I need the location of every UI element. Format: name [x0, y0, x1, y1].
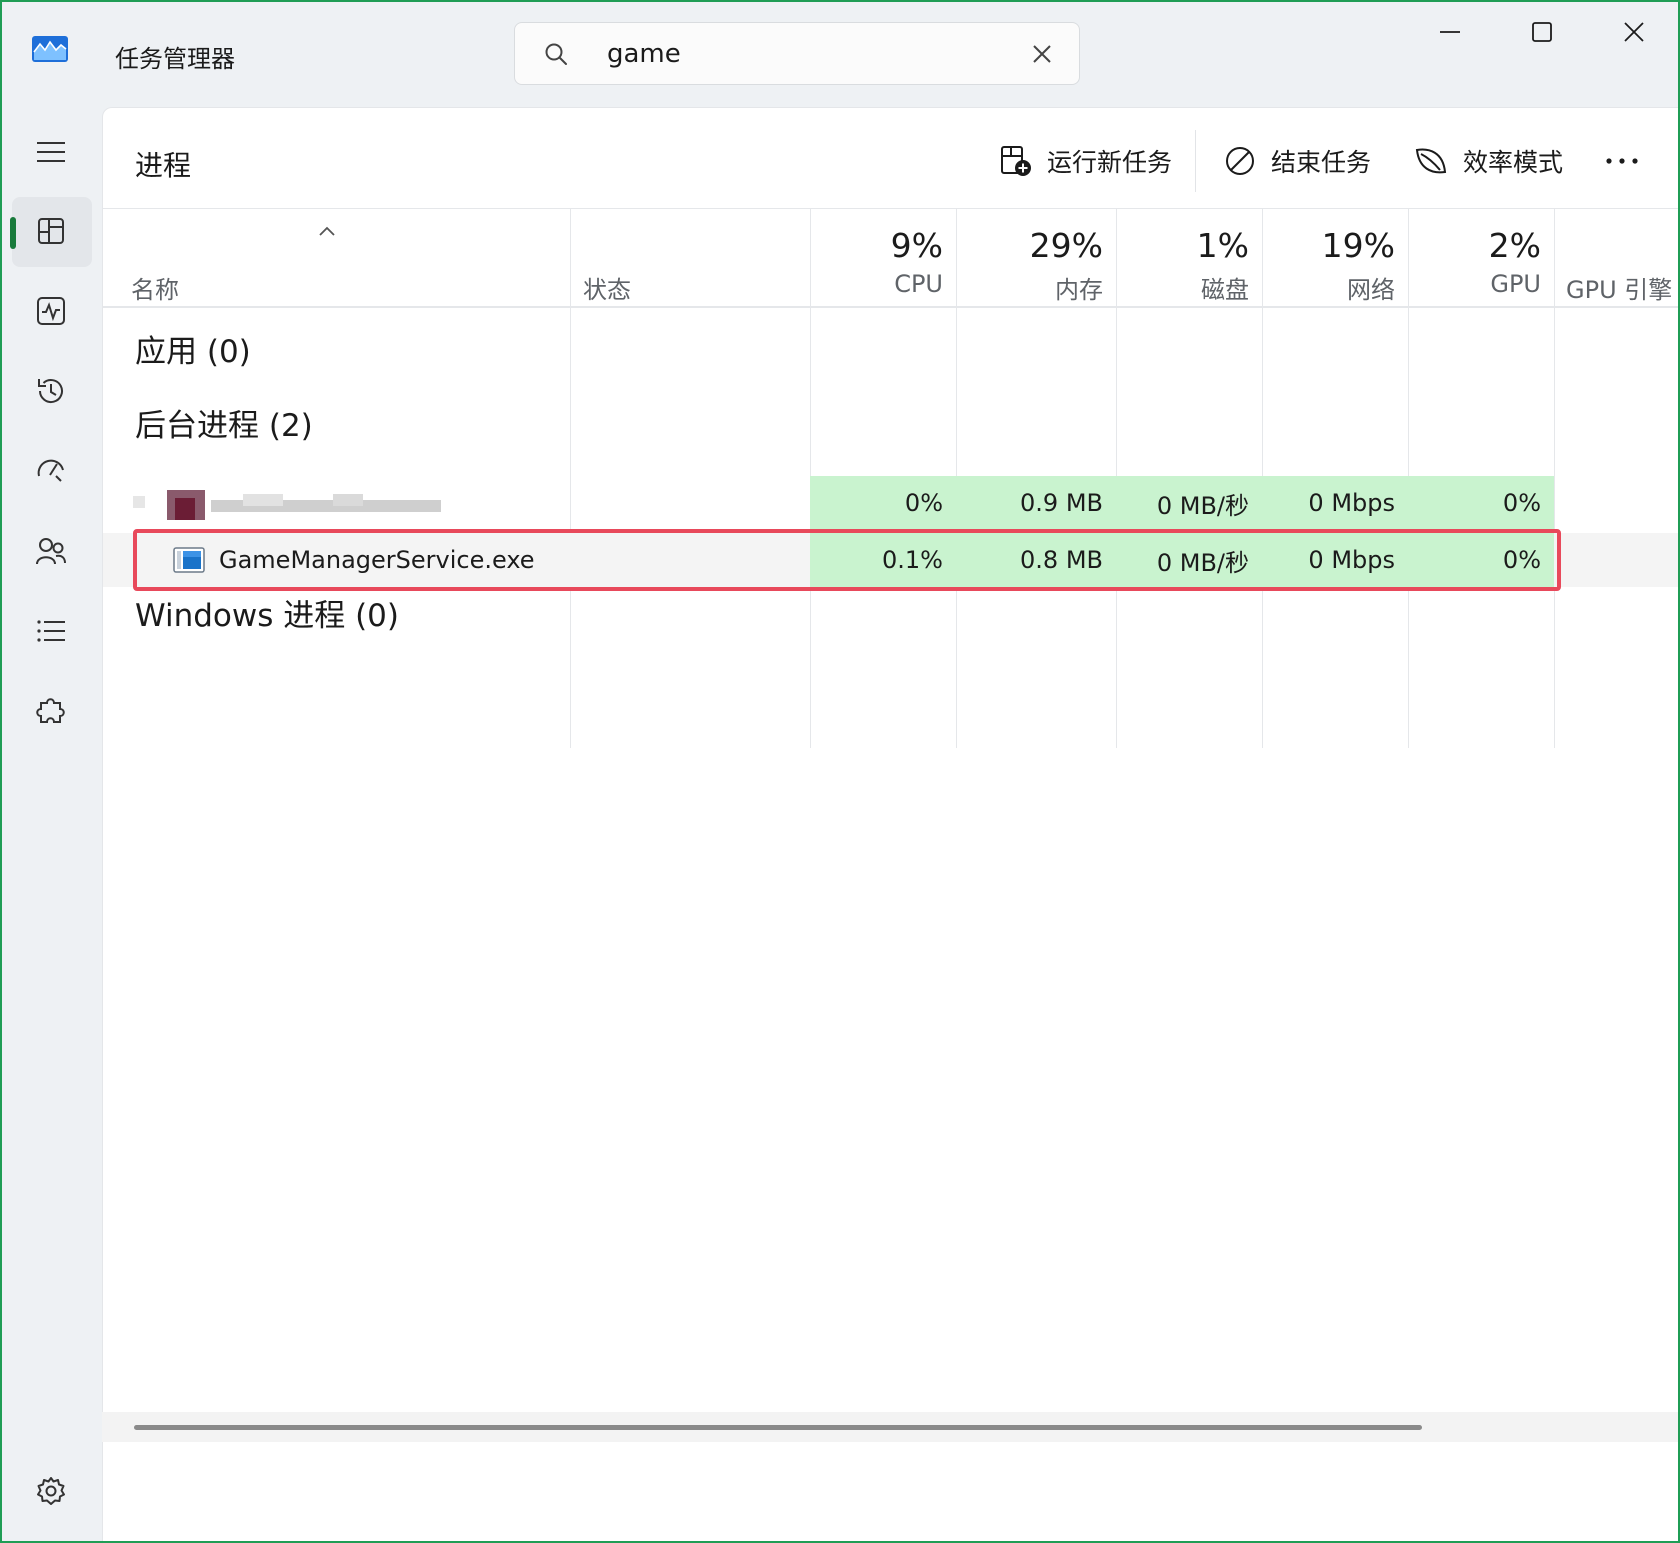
- row-memory: 0.9 MB: [956, 476, 1116, 530]
- hamburger-icon: [37, 142, 65, 162]
- column-header-status[interactable]: 状态: [583, 270, 631, 305]
- toolbar-divider: [1195, 130, 1196, 192]
- column-header-memory[interactable]: 内存: [956, 270, 1103, 305]
- column-header-gpu-engine[interactable]: GPU 引擎: [1566, 270, 1672, 305]
- row-gpu: 0%: [1408, 476, 1554, 530]
- row-memory: 0.8 MB: [956, 533, 1116, 587]
- row-network: 0 Mbps: [1262, 476, 1408, 530]
- puzzle-icon: [36, 698, 65, 723]
- toolbar-divider-line: [103, 208, 1678, 209]
- app-title: 任务管理器: [115, 45, 235, 73]
- search-box[interactable]: [514, 22, 1080, 85]
- more-options-icon: [1606, 158, 1638, 164]
- sidebar-item-processes[interactable]: [10, 197, 92, 267]
- group-apps[interactable]: 应用 (0): [135, 326, 251, 371]
- hamburger-menu-button[interactable]: [12, 118, 92, 188]
- process-name: GameManagerService.exe: [219, 546, 535, 574]
- more-options-button[interactable]: [1605, 136, 1653, 186]
- sort-ascending-icon: [317, 222, 337, 241]
- horizontal-scrollbar-thumb[interactable]: [134, 1425, 1422, 1430]
- clear-search-icon[interactable]: [1031, 43, 1053, 65]
- column-header-disk[interactable]: 磁盘: [1116, 270, 1249, 305]
- row-gpu: 0%: [1408, 533, 1554, 587]
- row-disk: 0 MB/秒: [1116, 476, 1262, 530]
- run-new-task-label: 运行新任务: [1047, 148, 1173, 177]
- table-header-divider: [103, 306, 1678, 308]
- row-cpu: 0.1%: [810, 533, 956, 587]
- search-input[interactable]: [607, 35, 1007, 73]
- pulse-icon: [37, 297, 65, 325]
- task-manager-logo-icon: [32, 36, 68, 62]
- processes-icon: [38, 218, 64, 244]
- page-title: 进程: [135, 149, 192, 182]
- close-button[interactable]: [1604, 12, 1664, 52]
- group-background-processes[interactable]: 后台进程 (2): [135, 400, 313, 445]
- sidebar-item-settings[interactable]: [12, 1457, 92, 1527]
- search-icon: [545, 43, 567, 65]
- end-task-label: 结束任务: [1271, 148, 1372, 177]
- sidebar-item-details[interactable]: [12, 597, 92, 667]
- run-new-task-icon: [1001, 146, 1031, 176]
- run-new-task-button[interactable]: 运行新任务: [999, 136, 1172, 186]
- task-manager-window: 任务管理器 game 进程 运行新任务 结束任务 效率模式 名称 状态 9% C…: [0, 0, 1680, 1543]
- main-panel: 进程 运行新任务 结束任务 效率模式 名称 状态 9% CPU 29% 内存 1…: [102, 107, 1678, 1541]
- minimize-button[interactable]: [1420, 12, 1480, 52]
- efficiency-mode-label: 效率模式: [1463, 148, 1564, 177]
- sidebar-item-startup-apps[interactable]: [12, 437, 92, 507]
- leaf-icon: [1415, 148, 1447, 174]
- column-header-cpu[interactable]: CPU: [810, 270, 943, 298]
- sidebar-item-users[interactable]: [12, 517, 92, 587]
- sidebar: [2, 107, 102, 1541]
- network-total-percent[interactable]: 19%: [1262, 226, 1395, 265]
- gear-icon: [37, 1477, 65, 1505]
- active-indicator: [10, 217, 16, 249]
- efficiency-mode-button[interactable]: 效率模式: [1413, 136, 1563, 186]
- maximize-button[interactable]: [1512, 12, 1572, 52]
- table-row[interactable]: 0% 0.9 MB 0 MB/秒 0 Mbps 0%: [103, 476, 1678, 530]
- sidebar-item-performance[interactable]: [12, 277, 92, 347]
- table-row-selected[interactable]: GameManagerService.exe 0.1% 0.8 MB 0 MB/…: [103, 533, 1678, 587]
- disk-total-percent[interactable]: 1%: [1116, 226, 1249, 265]
- sidebar-item-services[interactable]: [12, 677, 92, 747]
- row-cpu: 0%: [810, 476, 956, 530]
- memory-total-percent[interactable]: 29%: [956, 226, 1103, 265]
- group-windows-processes[interactable]: Windows 进程 (0): [135, 590, 399, 635]
- app-window-icon: [173, 547, 205, 573]
- cpu-total-percent[interactable]: 9%: [810, 226, 943, 265]
- close-icon: [1624, 22, 1644, 42]
- maximize-icon: [1532, 22, 1552, 42]
- column-header-name[interactable]: 名称: [131, 270, 179, 305]
- blurred-process-name: [133, 490, 443, 520]
- history-icon: [38, 379, 63, 404]
- column-header-gpu[interactable]: GPU: [1408, 270, 1541, 298]
- gpu-total-percent[interactable]: 2%: [1408, 226, 1541, 265]
- row-network: 0 Mbps: [1262, 533, 1408, 587]
- users-icon: [36, 538, 66, 565]
- row-disk: 0 MB/秒: [1116, 533, 1262, 587]
- sidebar-item-app-history[interactable]: [12, 357, 92, 427]
- title-bar: 任务管理器: [2, 2, 1678, 107]
- column-header-network[interactable]: 网络: [1262, 270, 1395, 305]
- list-icon: [37, 620, 65, 642]
- minimize-icon: [1440, 31, 1460, 33]
- speedometer-icon: [37, 459, 64, 482]
- end-task-button[interactable]: 结束任务: [1223, 136, 1371, 186]
- prohibited-icon: [1226, 147, 1254, 175]
